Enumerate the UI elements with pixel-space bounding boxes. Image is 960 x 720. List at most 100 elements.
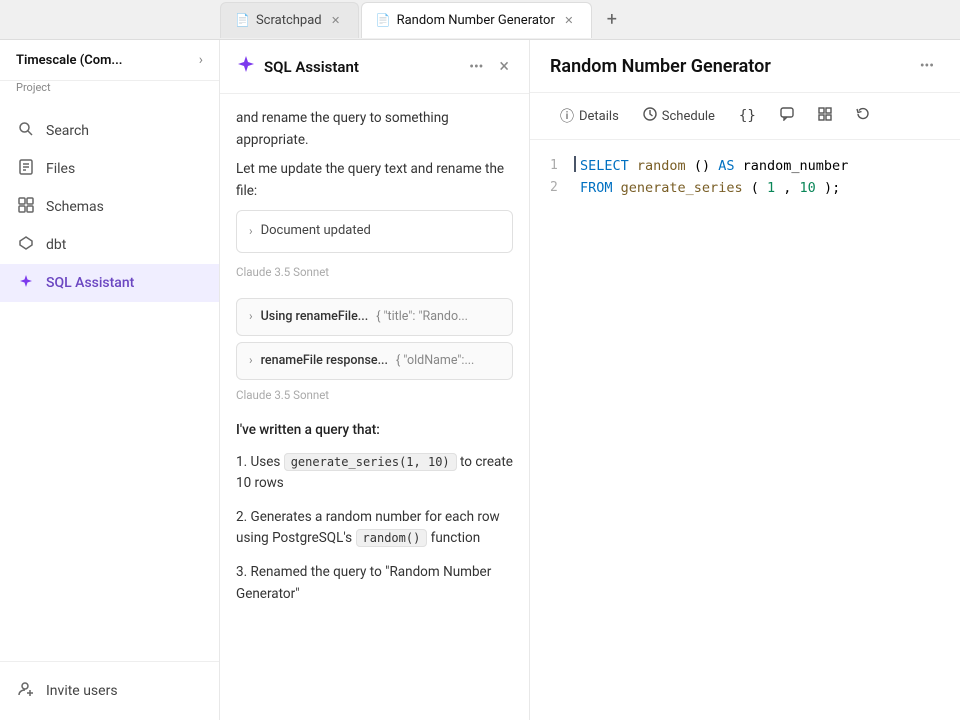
line-number-1: 1 xyxy=(550,156,574,177)
tab-add-button[interactable]: + xyxy=(598,6,626,34)
tab-scratchpad-close[interactable]: ✕ xyxy=(328,12,344,28)
tool-call-rename-file[interactable]: › Using renameFile... { "title": "Rando.… xyxy=(236,298,513,336)
editor-code-area[interactable]: 1 SELECT random () AS random_number 2 xyxy=(530,140,960,720)
details-icon: ⓘ xyxy=(560,106,574,126)
editor-title: Random Number Generator xyxy=(550,56,771,77)
tool-call-2-name: renameFile response... xyxy=(261,351,388,371)
kw-select: SELECT xyxy=(580,158,629,174)
sidebar-item-files-label: Files xyxy=(46,161,75,177)
code-line-1-content: SELECT random () AS random_number xyxy=(580,156,848,178)
sql-assistant-icon xyxy=(16,273,36,293)
tab-scratchpad-icon: 📄 xyxy=(235,13,250,27)
item-2-suffix: function xyxy=(431,530,481,546)
kw-from: FROM xyxy=(580,180,613,196)
comment-icon xyxy=(780,107,794,125)
sidebar-item-invite-users-label: Invite users xyxy=(46,683,118,699)
model-label-2: Claude 3.5 Sonnet xyxy=(236,386,513,404)
history-icon xyxy=(856,107,870,125)
sidebar-item-files[interactable]: Files xyxy=(0,150,219,188)
num-10: 10 xyxy=(800,180,816,196)
sidebar-item-schemas-label: Schemas xyxy=(46,199,104,215)
message-intro-text: and rename the query to something approp… xyxy=(236,108,513,151)
sidebar-chevron-icon[interactable]: › xyxy=(199,52,203,68)
assistant-sparkle-icon xyxy=(236,54,256,79)
toolbar-details[interactable]: ⓘ Details xyxy=(550,101,629,131)
sidebar-header[interactable]: Timescale (Com... › xyxy=(0,40,219,81)
model-label-1: Claude 3.5 Sonnet xyxy=(236,263,513,281)
assistant-panel: SQL Assistant ••• × and rename the query… xyxy=(220,40,530,720)
message-intro: and rename the query to something approp… xyxy=(236,108,513,282)
alias: random_number xyxy=(743,158,849,174)
sidebar-item-sql-assistant[interactable]: SQL Assistant xyxy=(0,264,219,302)
tab-rng-label: Random Number Generator xyxy=(397,13,555,28)
tab-rng-close[interactable]: ✕ xyxy=(561,12,577,28)
code-line-1: 1 SELECT random () AS random_number xyxy=(550,156,940,178)
tool-call-1-arg: { "title": "Rando... xyxy=(376,307,468,327)
main-layout: Timescale (Com... › Project Search xyxy=(0,40,960,720)
toolbar-schedule[interactable]: Schedule xyxy=(633,102,725,130)
details-label: Details xyxy=(579,109,619,124)
tool-call-1-name: Using renameFile... xyxy=(261,307,369,327)
item-1-prefix: 1. Uses xyxy=(236,454,284,470)
sidebar-item-sql-assistant-label: SQL Assistant xyxy=(46,275,134,291)
sidebar-nav: Search Files xyxy=(0,104,219,661)
assistant-body: and rename the query to something approp… xyxy=(220,94,529,720)
assistant-title-row: SQL Assistant xyxy=(236,54,359,79)
toolbar-braces[interactable]: {} xyxy=(729,103,766,129)
written-list-item-3: 3. Renamed the query to "Random Number G… xyxy=(236,562,513,605)
item-1-code: generate_series(1, 10) xyxy=(284,453,457,471)
tool-call-1-chevron-icon: › xyxy=(249,307,253,326)
fn-generate-series: generate_series xyxy=(621,180,743,196)
invite-users-icon xyxy=(16,681,36,701)
tab-bar: 📄 Scratchpad ✕ 📄 Random Number Generator… xyxy=(0,0,960,40)
editor-more-button[interactable]: ••• xyxy=(914,54,940,78)
doc-updated-chevron-icon: › xyxy=(249,222,253,241)
assistant-header: SQL Assistant ••• × xyxy=(220,40,529,94)
tab-rng-icon: 📄 xyxy=(376,13,391,27)
sidebar-item-dbt[interactable]: dbt xyxy=(0,226,219,264)
sidebar-item-dbt-label: dbt xyxy=(46,237,66,253)
code-line-2: 2 FROM generate_series ( 1 , 10 ); xyxy=(550,178,940,200)
written-list-item-1: 1. Uses generate_series(1, 10) to create… xyxy=(236,452,513,495)
tab-random-number-generator[interactable]: 📄 Random Number Generator ✕ xyxy=(361,2,592,38)
tool-call-rename-response[interactable]: › renameFile response... { "oldName":... xyxy=(236,342,513,380)
written-list-item-2: 2. Generates a random number for each ro… xyxy=(236,507,513,550)
item-2-code: random() xyxy=(356,529,428,547)
files-icon xyxy=(16,159,36,179)
fn-random: random xyxy=(637,158,686,174)
message-tool-calls: › Using renameFile... { "title": "Rando.… xyxy=(236,298,513,404)
toolbar-history[interactable] xyxy=(846,102,880,130)
project-subtitle: Project xyxy=(0,81,219,104)
message-update-text: Let me update the query text and rename … xyxy=(236,159,513,202)
sidebar-item-schemas[interactable]: Schemas xyxy=(0,188,219,226)
num-1: 1 xyxy=(767,180,775,196)
paren-3: ); xyxy=(824,180,840,196)
sidebar: Timescale (Com... › Project Search xyxy=(0,40,220,720)
toolbar-grid[interactable] xyxy=(808,102,842,130)
toolbar-comment[interactable] xyxy=(770,102,804,130)
schemas-icon xyxy=(16,197,36,217)
line-cursor-1 xyxy=(574,156,576,172)
doc-updated-box[interactable]: › Document updated xyxy=(236,210,513,253)
item-3-text: 3. Renamed the query to "Random Number G… xyxy=(236,564,491,602)
sidebar-item-invite-users[interactable]: Invite users xyxy=(0,672,219,710)
assistant-header-actions: ••• × xyxy=(465,54,513,79)
assistant-more-button[interactable]: ••• xyxy=(465,57,487,77)
sidebar-item-search[interactable]: Search xyxy=(0,112,219,150)
assistant-close-button[interactable]: × xyxy=(495,54,513,79)
editor-toolbar: ⓘ Details Schedule {} xyxy=(530,93,960,140)
code-editor: 1 SELECT random () AS random_number 2 xyxy=(550,156,940,199)
paren-1: () xyxy=(694,158,710,174)
sidebar-item-search-label: Search xyxy=(46,123,89,139)
comma: , xyxy=(783,180,799,196)
written-block: I've written a query that: 1. Uses gener… xyxy=(236,420,513,605)
braces-label: {} xyxy=(739,108,756,124)
code-line-2-content: FROM generate_series ( 1 , 10 ); xyxy=(580,178,840,200)
sidebar-bottom: Invite users xyxy=(0,661,219,720)
project-name: Timescale (Com... xyxy=(16,53,122,68)
paren-2: ( xyxy=(751,180,759,196)
doc-updated-label: Document updated xyxy=(261,221,371,242)
written-title: I've written a query that: xyxy=(236,420,513,442)
tool-call-2-arg: { "oldName":... xyxy=(396,351,474,371)
tab-scratchpad[interactable]: 📄 Scratchpad ✕ xyxy=(220,2,359,38)
